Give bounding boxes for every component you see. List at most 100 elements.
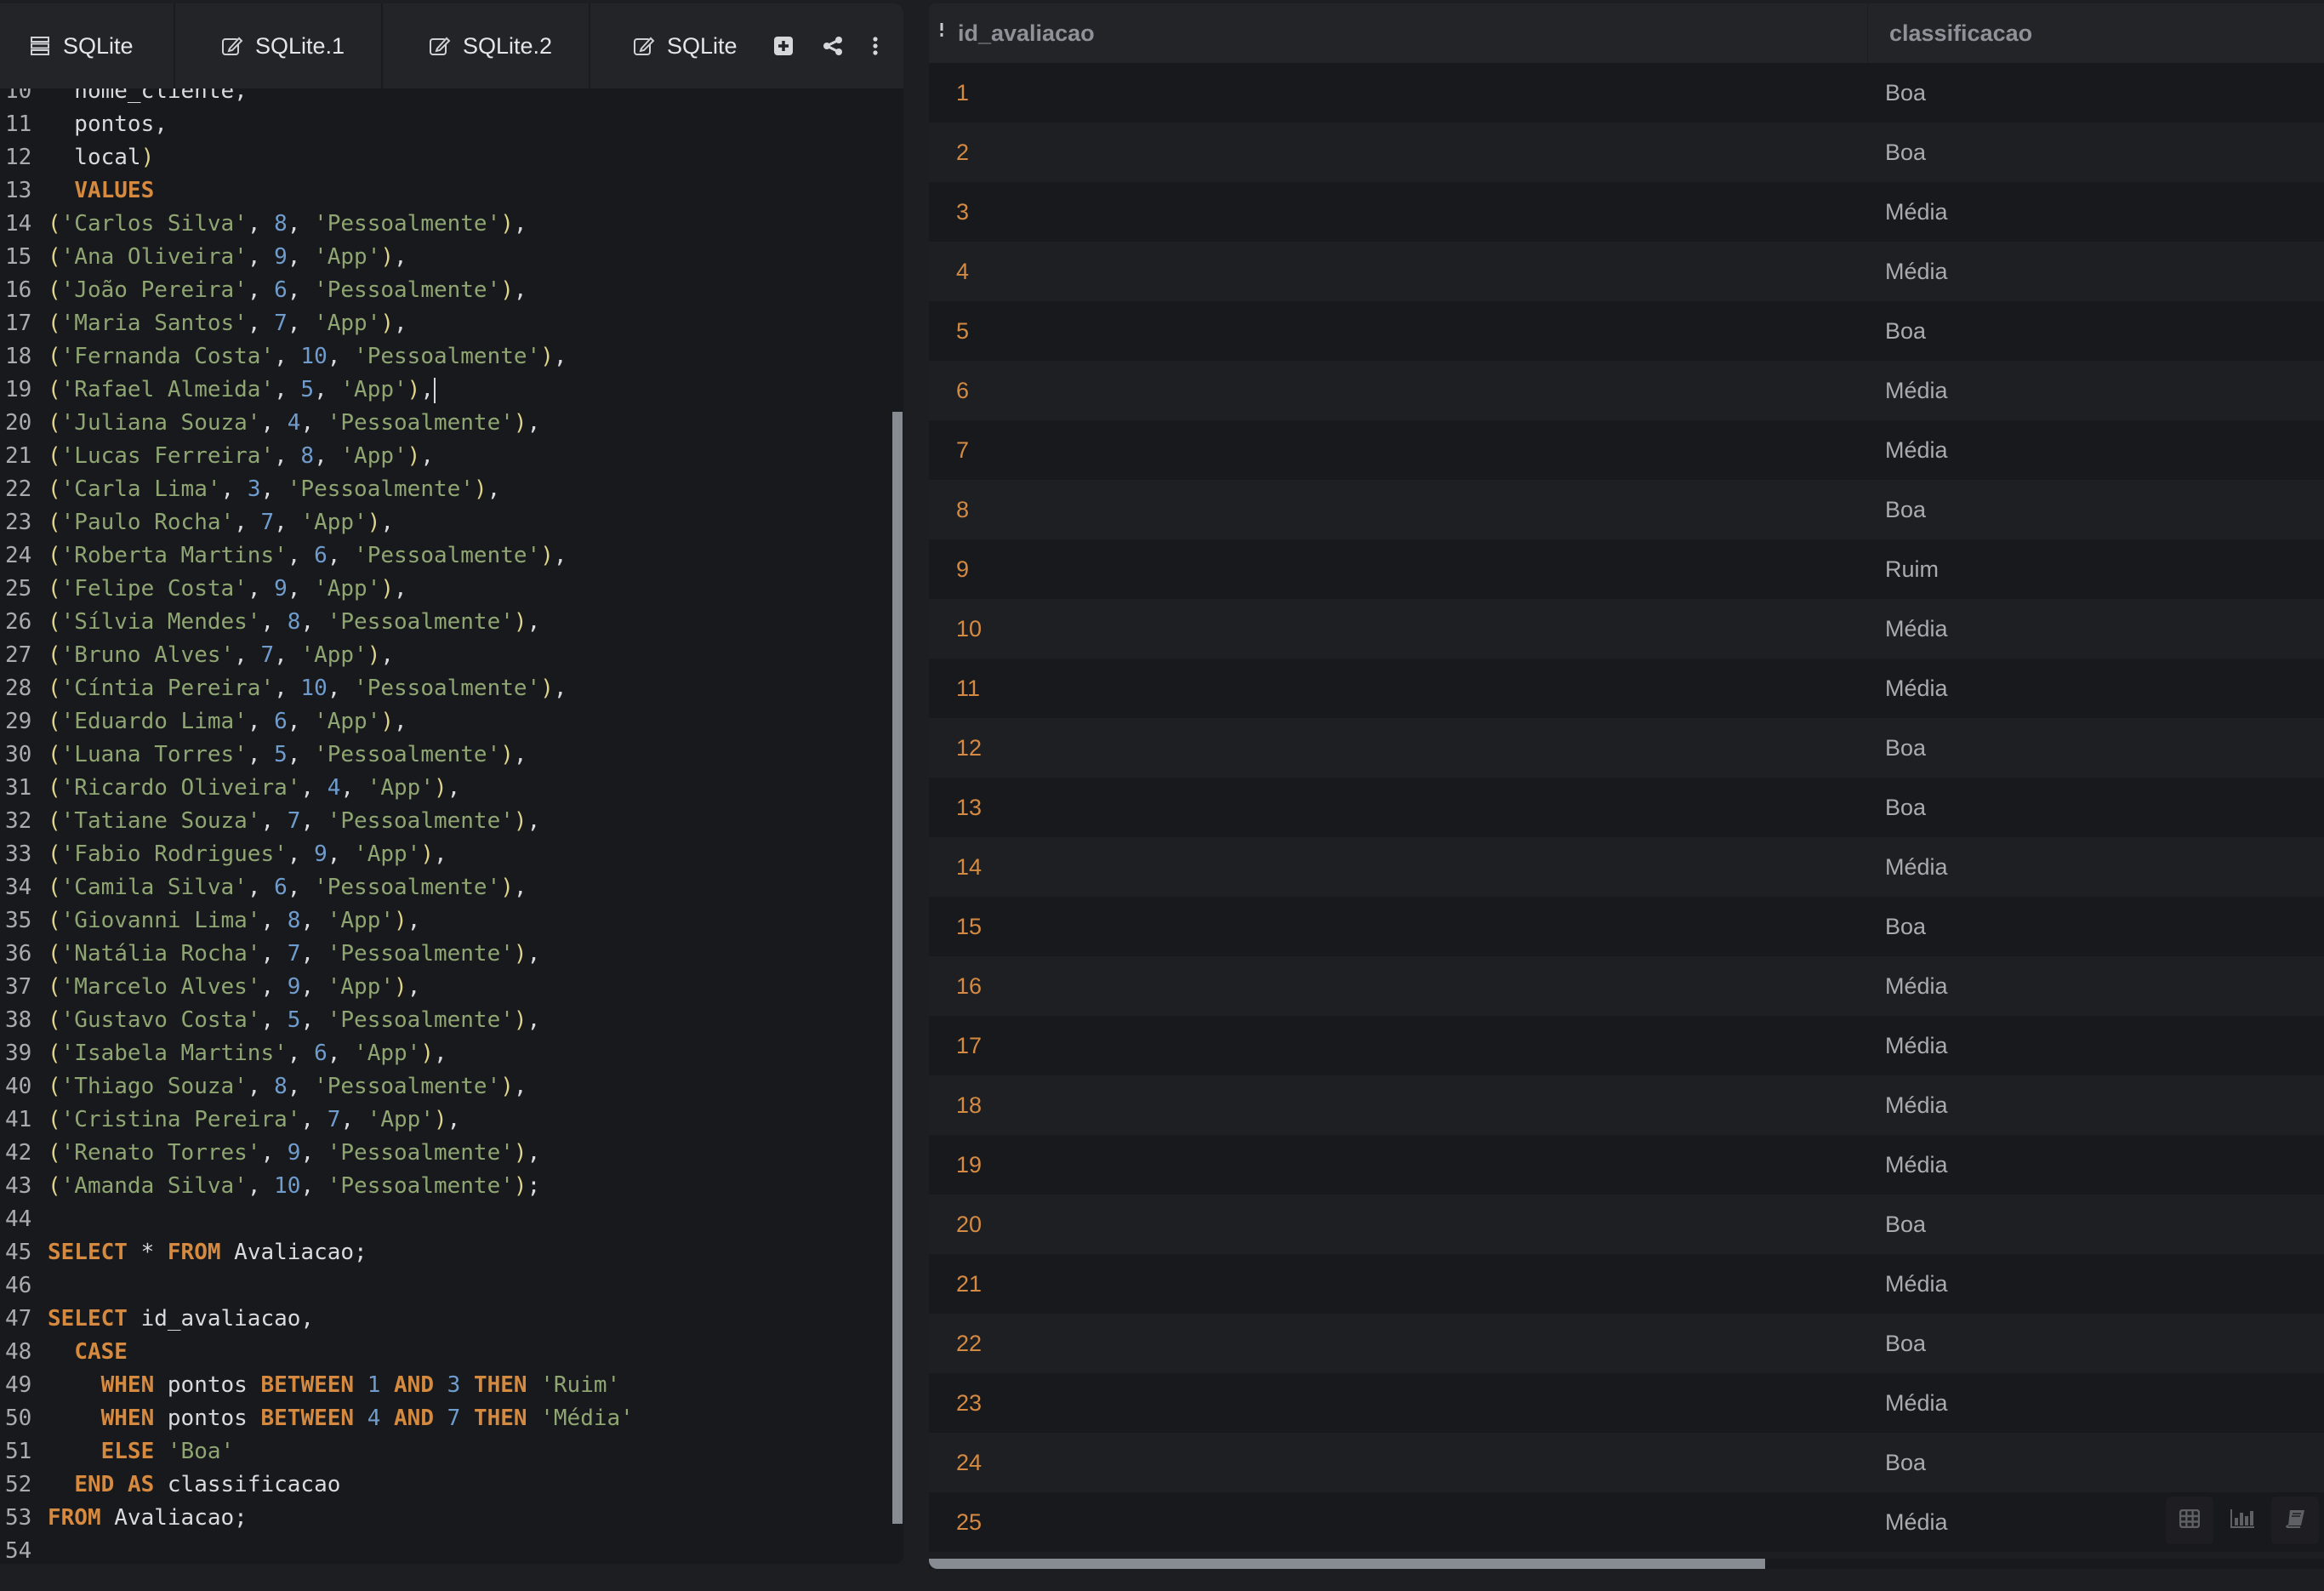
code-line[interactable]: 36 ('Natália Rocha', 7, 'Pessoalmente'), [0, 938, 634, 971]
column-header-id-avaliacao[interactable]: id_avaliacao [929, 3, 1868, 63]
code-line[interactable]: 15 ('Ana Oliveira', 9, 'App'), [0, 241, 634, 274]
cell-classificacao[interactable]: Boa [1868, 735, 2324, 761]
table-row[interactable]: 21 Média [929, 1254, 2324, 1314]
chart-view-button[interactable] [2219, 1497, 2266, 1544]
cell-id-avaliacao[interactable]: 1 [929, 80, 1868, 106]
table-row[interactable]: 22 Boa [929, 1314, 2324, 1373]
cell-id-avaliacao[interactable]: 20 [929, 1212, 1868, 1238]
cell-id-avaliacao[interactable]: 6 [929, 378, 1868, 404]
table-row[interactable]: 15 Boa [929, 897, 2324, 956]
cell-classificacao[interactable]: Média [1868, 854, 2324, 881]
code-line[interactable]: 46 [0, 1269, 634, 1303]
code-line[interactable]: 11 pontos, [0, 108, 634, 141]
cell-classificacao[interactable]: Boa [1868, 795, 2324, 821]
cell-id-avaliacao[interactable]: 17 [929, 1033, 1868, 1059]
cell-id-avaliacao[interactable]: 13 [929, 795, 1868, 821]
cell-id-avaliacao[interactable]: 18 [929, 1092, 1868, 1119]
table-row[interactable]: 23 Média [929, 1373, 2324, 1433]
cell-classificacao[interactable]: Média [1868, 1033, 2324, 1059]
table-row[interactable]: 14 Média [929, 837, 2324, 897]
code-line[interactable]: 28 ('Cíntia Pereira', 10, 'Pessoalmente')… [0, 672, 634, 705]
code-line[interactable]: 39 ('Isabela Martins', 6, 'App'), [0, 1037, 634, 1070]
table-row[interactable]: 10 Média [929, 599, 2324, 659]
cell-classificacao[interactable]: Média [1868, 1271, 2324, 1297]
cell-id-avaliacao[interactable]: 19 [929, 1152, 1868, 1178]
cell-classificacao[interactable]: Média [1868, 378, 2324, 404]
code-content[interactable]: 10 nome_cliente, 11 pontos, 12 local) 13 VA… [0, 88, 634, 1564]
code-line[interactable]: 38 ('Gustavo Costa', 5, 'Pessoalmente'), [0, 1004, 634, 1037]
code-line[interactable]: 41 ('Cristina Pereira', 7, 'App'), [0, 1103, 634, 1137]
code-line[interactable]: 49 WHEN pontos BETWEEN 1 AND 3 THEN 'Rui… [0, 1369, 634, 1402]
code-line[interactable]: 12 local) [0, 141, 634, 174]
tab-sqlite-1[interactable]: SQLite.1 [175, 3, 383, 88]
cell-classificacao[interactable]: Boa [1868, 914, 2324, 940]
sql-editor[interactable]: 10 nome_cliente, 11 pontos, 12 local) 13 VA… [0, 88, 903, 1564]
cell-id-avaliacao[interactable]: 21 [929, 1271, 1868, 1297]
cell-id-avaliacao[interactable]: 25 [929, 1509, 1868, 1536]
table-row[interactable]: 13 Boa [929, 778, 2324, 837]
tab-sqlite-2[interactable]: SQLite.2 [383, 3, 590, 88]
cell-id-avaliacao[interactable]: 16 [929, 973, 1868, 1000]
cell-classificacao[interactable]: Média [1868, 199, 2324, 225]
cell-id-avaliacao[interactable]: 4 [929, 259, 1868, 285]
code-line[interactable]: 16 ('João Pereira', 6, 'Pessoalmente'), [0, 274, 634, 307]
table-row[interactable]: 12 Boa [929, 718, 2324, 778]
code-line[interactable]: 44 [0, 1203, 634, 1236]
code-line[interactable]: 20 ('Juliana Souza', 4, 'Pessoalmente'), [0, 407, 634, 440]
table-view-button[interactable] [2166, 1497, 2213, 1544]
cell-id-avaliacao[interactable]: 12 [929, 735, 1868, 761]
table-row[interactable]: 7 Média [929, 420, 2324, 480]
code-line[interactable]: 45 SELECT * FROM Avaliacao; [0, 1236, 634, 1269]
cell-classificacao[interactable]: Boa [1868, 1331, 2324, 1357]
cell-classificacao[interactable]: Média [1868, 259, 2324, 285]
cell-classificacao[interactable]: Boa [1868, 497, 2324, 523]
cell-id-avaliacao[interactable]: 9 [929, 556, 1868, 583]
cell-id-avaliacao[interactable]: 8 [929, 497, 1868, 523]
share-icon[interactable] [823, 36, 843, 56]
cell-classificacao[interactable]: Boa [1868, 318, 2324, 345]
table-row[interactable]: 2 Boa [929, 123, 2324, 182]
code-line[interactable]: 13 VALUES [0, 174, 634, 208]
code-line[interactable]: 48 CASE [0, 1336, 634, 1369]
code-line[interactable]: 24 ('Roberta Martins', 6, 'Pessoalmente')… [0, 539, 634, 573]
cell-classificacao[interactable]: Média [1868, 437, 2324, 464]
code-line[interactable]: 40 ('Thiago Souza', 8, 'Pessoalmente'), [0, 1070, 634, 1103]
notebook-view-button[interactable] [2271, 1497, 2319, 1544]
table-row[interactable]: 25 Média [929, 1492, 2324, 1552]
table-row[interactable]: 3 Média [929, 182, 2324, 242]
table-row[interactable]: 24 Boa [929, 1433, 2324, 1492]
editor-vertical-scrollbar[interactable] [892, 412, 903, 1524]
code-line[interactable]: 43 ('Amanda Silva', 10, 'Pessoalmente'); [0, 1170, 634, 1203]
cell-classificacao[interactable]: Boa [1868, 1212, 2324, 1238]
code-line[interactable]: 42 ('Renato Torres', 9, 'Pessoalmente'), [0, 1137, 634, 1170]
code-line[interactable]: 37 ('Marcelo Alves', 9, 'App'), [0, 971, 634, 1004]
horizontal-scroll-thumb[interactable] [929, 1559, 1765, 1569]
table-row[interactable]: 6 Média [929, 361, 2324, 420]
table-row[interactable]: 17 Média [929, 1016, 2324, 1075]
cell-id-avaliacao[interactable]: 5 [929, 318, 1868, 345]
table-row[interactable]: 18 Média [929, 1075, 2324, 1135]
code-line[interactable]: 29 ('Eduardo Lima', 6, 'App'), [0, 705, 634, 738]
table-row[interactable]: 9 Ruim [929, 539, 2324, 599]
code-line[interactable]: 50 WHEN pontos BETWEEN 4 AND 7 THEN 'Méd… [0, 1402, 634, 1435]
code-line[interactable]: 53 FROM Avaliacao; [0, 1502, 634, 1535]
code-line[interactable]: 23 ('Paulo Rocha', 7, 'App'), [0, 506, 634, 539]
cell-classificacao[interactable]: Média [1868, 973, 2324, 1000]
results-horizontal-scrollbar[interactable] [929, 1559, 2324, 1569]
cell-id-avaliacao[interactable]: 2 [929, 140, 1868, 166]
code-line[interactable]: 33 ('Fabio Rodrigues', 9, 'App'), [0, 838, 634, 871]
code-line[interactable]: 14 ('Carlos Silva', 8, 'Pessoalmente'), [0, 208, 634, 241]
cell-classificacao[interactable]: Média [1868, 676, 2324, 702]
more-options-icon[interactable] [872, 36, 879, 56]
cell-classificacao[interactable]: Boa [1868, 140, 2324, 166]
code-line[interactable]: 51 ELSE 'Boa' [0, 1435, 634, 1468]
cell-id-avaliacao[interactable]: 3 [929, 199, 1868, 225]
cell-id-avaliacao[interactable]: 11 [929, 676, 1868, 702]
code-line[interactable]: 10 nome_cliente, [0, 88, 634, 108]
code-line[interactable]: 22 ('Carla Lima', 3, 'Pessoalmente'), [0, 473, 634, 506]
cell-id-avaliacao[interactable]: 10 [929, 616, 1868, 642]
tab-sqlite-3[interactable]: SQLite [590, 3, 879, 88]
cell-classificacao[interactable]: Boa [1868, 1450, 2324, 1476]
code-line[interactable]: 52 END AS classificacao [0, 1468, 634, 1502]
code-line[interactable]: 30 ('Luana Torres', 5, 'Pessoalmente'), [0, 738, 634, 772]
